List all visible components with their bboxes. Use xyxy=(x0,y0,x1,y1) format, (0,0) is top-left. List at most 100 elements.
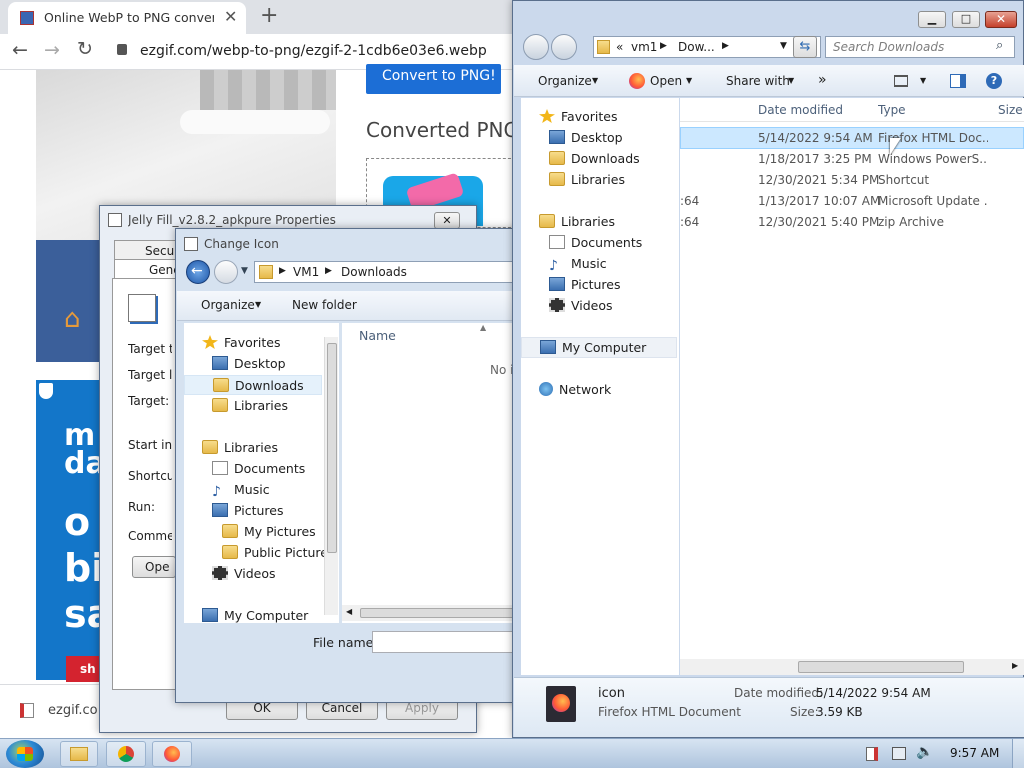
nav-desktop[interactable]: Desktop xyxy=(549,130,623,145)
change-icon-address-bar[interactable]: ▶ VM1 ▶ Downloads xyxy=(254,261,516,283)
file-list-hscrollbar[interactable]: ◀ xyxy=(342,605,520,621)
share-with-button[interactable]: Share with xyxy=(726,74,790,88)
breadcrumb-downloads[interactable]: Downloads xyxy=(341,265,407,279)
firefox-icon xyxy=(629,73,645,89)
address-bar[interactable]: ezgif.com/webp-to-png/ezgif-2-1cdb6e03e6… xyxy=(140,43,500,59)
convert-button[interactable]: Convert to PNG! xyxy=(366,64,501,94)
network-tray-icon[interactable] xyxy=(892,747,906,760)
details-pane: icon Firefox HTML Document Date modified… xyxy=(514,677,1024,737)
tree-videos[interactable]: Videos xyxy=(212,566,276,581)
history-dropdown-icon[interactable]: ▼ xyxy=(241,266,248,276)
downloads-folder-icon xyxy=(597,40,610,54)
column-size[interactable]: Size xyxy=(998,103,1024,117)
nav-downloads[interactable]: Downloads xyxy=(549,151,640,166)
computer-icon xyxy=(540,340,556,354)
promo-cta-button[interactable]: sh xyxy=(66,656,100,682)
file-name-input[interactable] xyxy=(372,631,520,653)
breadcrumb-overflow[interactable]: « xyxy=(616,40,623,54)
help-icon[interactable]: ? xyxy=(986,73,1002,89)
nav-my-computer[interactable]: My Computer xyxy=(521,337,677,358)
apply-button[interactable]: Apply xyxy=(386,700,458,720)
nav-pictures[interactable]: Pictures xyxy=(549,277,621,292)
run-label: Run: xyxy=(128,500,156,514)
scroll-right-icon[interactable]: ▶ xyxy=(1012,661,1018,670)
search-box[interactable]: Search Downloads ⌕ xyxy=(825,36,1015,58)
search-placeholder: Search Downloads xyxy=(833,40,945,54)
ok-button[interactable]: OK xyxy=(226,700,298,720)
action-center-flag-icon[interactable] xyxy=(866,747,878,761)
forward-button[interactable] xyxy=(214,260,238,284)
nav-videos-label: Videos xyxy=(571,298,613,313)
column-type[interactable]: Type xyxy=(878,103,906,117)
tree-libraries-label: Libraries xyxy=(224,440,278,455)
column-name-header[interactable]: Name xyxy=(359,328,396,343)
open-button[interactable]: Open xyxy=(650,74,682,88)
file-list-hscrollbar[interactable]: ▶ xyxy=(680,659,1024,675)
forward-icon[interactable]: → xyxy=(44,39,60,61)
breadcrumb-vm1[interactable]: VM1 xyxy=(293,265,319,279)
tree-desktop[interactable]: Desktop xyxy=(212,356,286,371)
nav-libraries-fav[interactable]: Libraries xyxy=(549,172,625,187)
scroll-left-icon[interactable]: ◀ xyxy=(346,607,352,616)
tree-public-pictures[interactable]: Public Pictures xyxy=(222,545,334,560)
tree-downloads[interactable]: Downloads xyxy=(184,375,322,395)
breadcrumb-downloads[interactable]: Dow... xyxy=(678,40,715,54)
new-folder-button[interactable]: New folder xyxy=(292,298,357,312)
tree-music[interactable]: ♪ Music xyxy=(212,482,270,500)
more-toolbar-button[interactable]: » xyxy=(818,72,827,88)
search-icon[interactable]: ⌕ xyxy=(996,38,1003,53)
tree-pictures[interactable]: Pictures xyxy=(212,503,284,518)
nav-scroll-thumb[interactable] xyxy=(327,343,337,553)
nav-favorites[interactable]: Favorites xyxy=(539,109,617,124)
view-dropdown-icon[interactable]: ▼ xyxy=(920,76,926,85)
breadcrumb-vm1[interactable]: vm1 xyxy=(631,40,657,54)
pictures-icon xyxy=(212,503,228,517)
change-view-icon[interactable] xyxy=(894,75,908,87)
minimize-button[interactable]: ▁ xyxy=(918,11,946,28)
close-button[interactable]: ✕ xyxy=(985,11,1017,28)
close-tab-icon[interactable]: ✕ xyxy=(224,7,237,26)
computer-icon xyxy=(202,608,218,622)
organize-button[interactable]: Organize xyxy=(201,298,255,312)
download-item-label[interactable]: ezgif.co xyxy=(48,703,98,718)
cancel-button[interactable]: Cancel xyxy=(306,700,378,720)
browser-tab[interactable]: Online WebP to PNG converter - ✕ xyxy=(8,2,246,34)
properties-tab-general[interactable]: Gene xyxy=(114,259,184,279)
hscroll-thumb[interactable] xyxy=(360,608,515,618)
show-desktop-button[interactable] xyxy=(1012,739,1024,768)
maximize-button[interactable]: □ xyxy=(952,11,980,28)
nav-music[interactable]: ♪ Music xyxy=(549,256,607,274)
change-icon-title: Change Icon xyxy=(204,237,279,251)
properties-close-button[interactable]: ✕ xyxy=(434,212,460,229)
preview-pane-icon[interactable] xyxy=(950,74,966,88)
nav-videos[interactable]: Videos xyxy=(549,298,613,313)
nav-documents[interactable]: Documents xyxy=(549,235,642,250)
tree-my-computer[interactable]: My Computer xyxy=(202,608,308,623)
tree-libraries-fav[interactable]: Libraries xyxy=(212,398,288,413)
nav-pane-scrollbar[interactable] xyxy=(324,337,338,615)
new-tab-icon[interactable]: + xyxy=(260,3,278,28)
reload-icon[interactable]: ↻ xyxy=(77,38,93,60)
tree-my-pictures[interactable]: My Pictures xyxy=(222,524,316,539)
address-dropdown-icon[interactable]: ▼ xyxy=(780,41,787,51)
properties-tab-security[interactable]: Securi xyxy=(114,240,184,260)
open-file-location-button[interactable]: Ope xyxy=(132,556,176,578)
tree-documents[interactable]: Documents xyxy=(212,461,305,476)
taskbar-clock[interactable]: 9:57 AM xyxy=(950,746,999,760)
nav-network[interactable]: Network xyxy=(539,382,611,397)
back-icon[interactable]: ← xyxy=(12,39,28,61)
explorer-forward-button[interactable] xyxy=(551,34,577,60)
nav-libraries[interactable]: Libraries xyxy=(539,214,615,229)
organize-button[interactable]: Organize xyxy=(538,74,592,88)
tree-favorites[interactable]: Favorites xyxy=(202,335,280,350)
explorer-back-button[interactable] xyxy=(523,34,549,60)
column-date-modified[interactable]: Date modified xyxy=(758,103,843,117)
hscroll-thumb[interactable] xyxy=(798,661,964,673)
tree-libraries[interactable]: Libraries xyxy=(202,440,278,455)
explorer-file-list: Date modified Type Size 5/14/2022 9:54 A… xyxy=(680,98,1024,675)
organize-dropdown-icon: ▼ xyxy=(592,76,599,85)
explorer-address-bar[interactable]: « vm1 ▶ Dow... ▶ ▼ xyxy=(593,36,821,58)
tree-music-label: Music xyxy=(234,482,270,497)
refresh-button[interactable]: ⇆ xyxy=(793,36,817,58)
volume-icon[interactable]: 🔈 xyxy=(916,744,933,760)
